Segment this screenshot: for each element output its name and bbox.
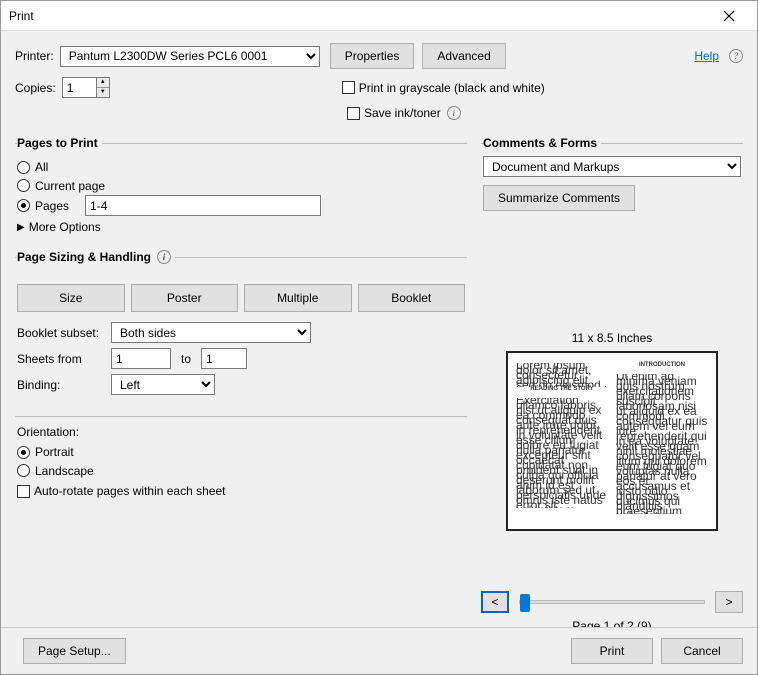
sheets-to-input[interactable] — [201, 348, 247, 369]
checkbox-icon — [347, 107, 360, 120]
copies-up[interactable]: ▲ — [97, 78, 109, 88]
comments-select[interactable]: Document and Markups — [483, 156, 741, 177]
pages-to-print-group: Pages to Print All Current page Pages ▶ … — [15, 136, 467, 244]
cancel-button[interactable]: Cancel — [661, 638, 743, 664]
pages-heading: Pages to Print — [17, 136, 102, 150]
orientation-heading: Orientation: — [17, 425, 465, 439]
copies-input[interactable] — [62, 77, 96, 98]
tab-size[interactable]: Size — [17, 284, 125, 312]
comments-heading: Comments & Forms — [483, 136, 601, 150]
binding-select[interactable]: Left — [111, 374, 215, 395]
preview-dimensions: 11 x 8.5 Inches — [481, 331, 743, 345]
page-setup-button[interactable]: Page Setup... — [23, 638, 126, 664]
summarize-comments-button[interactable]: Summarize Comments — [483, 185, 635, 211]
sheets-from-input[interactable] — [111, 348, 171, 369]
preview-prev-button[interactable]: < — [481, 591, 509, 613]
to-label: to — [181, 352, 191, 366]
orientation-group: Orientation: Portrait Landscape Auto-rot… — [15, 416, 467, 511]
radio-pages[interactable]: Pages — [17, 199, 69, 213]
grayscale-checkbox[interactable]: Print in grayscale (black and white) — [342, 81, 545, 95]
subset-label: Booklet subset: — [17, 326, 111, 340]
help-icon[interactable]: ? — [729, 49, 743, 63]
triangle-right-icon: ▶ — [17, 222, 25, 233]
info-icon[interactable]: i — [447, 106, 461, 120]
preview-next-button[interactable]: > — [715, 591, 743, 613]
checkbox-icon — [342, 81, 355, 94]
print-dialog: Print Printer: Pantum L2300DW Series PCL… — [0, 0, 758, 675]
print-button[interactable]: Print — [571, 638, 653, 664]
saveink-label: Save ink/toner — [364, 106, 441, 120]
printer-select[interactable]: Pantum L2300DW Series PCL6 0001 — [60, 46, 320, 67]
printer-label: Printer: — [15, 49, 54, 63]
preview-area: 11 x 8.5 Inches Lorem ipsum dolor sit am… — [481, 331, 743, 633]
radio-landscape[interactable]: Landscape — [17, 464, 94, 478]
advanced-button[interactable]: Advanced — [422, 43, 505, 69]
dialog-footer: Page Setup... Print Cancel — [1, 627, 757, 674]
preview-left-heading: READING THE STORY — [516, 387, 608, 392]
binding-label: Binding: — [17, 378, 111, 392]
preview-slider[interactable] — [519, 600, 705, 604]
help-link[interactable]: Help — [694, 49, 719, 63]
close-icon — [723, 10, 735, 22]
more-options-toggle[interactable]: ▶ More Options — [17, 220, 101, 234]
tab-booklet[interactable]: Booklet — [358, 284, 466, 312]
preview-frame: Lorem ipsum dolor sit amet, consectetur … — [506, 351, 718, 531]
checkbox-icon — [17, 485, 30, 498]
radio-all[interactable]: All — [17, 160, 48, 174]
dialog-title: Print — [9, 9, 709, 23]
comments-group: Comments & Forms Document and Markups Su… — [481, 136, 743, 221]
sheets-from-label: Sheets from — [17, 352, 111, 366]
tab-multiple[interactable]: Multiple — [244, 284, 352, 312]
copies-label: Copies: — [15, 81, 56, 95]
autorotate-checkbox[interactable]: Auto-rotate pages within each sheet — [17, 484, 225, 498]
preview-right-heading: INTRODUCTION — [616, 363, 708, 368]
copies-down[interactable]: ▼ — [97, 88, 109, 97]
radio-current[interactable]: Current page — [17, 179, 105, 193]
info-icon[interactable]: i — [157, 250, 171, 264]
sizing-group: Page Sizing & Handling i Size Poster Mul… — [15, 250, 467, 410]
copies-spinner[interactable]: ▲▼ — [62, 77, 110, 98]
tab-poster[interactable]: Poster — [131, 284, 239, 312]
pages-range-input[interactable] — [85, 195, 321, 216]
grayscale-label: Print in grayscale (black and white) — [359, 81, 545, 95]
radio-portrait[interactable]: Portrait — [17, 445, 74, 459]
titlebar: Print — [1, 1, 757, 31]
properties-button[interactable]: Properties — [330, 43, 415, 69]
slider-thumb[interactable] — [520, 594, 530, 612]
booklet-subset-select[interactable]: Both sides — [111, 322, 311, 343]
sizing-heading: Page Sizing & Handling i — [17, 250, 175, 264]
close-button[interactable] — [709, 2, 749, 30]
saveink-checkbox[interactable]: Save ink/toner — [347, 106, 441, 120]
